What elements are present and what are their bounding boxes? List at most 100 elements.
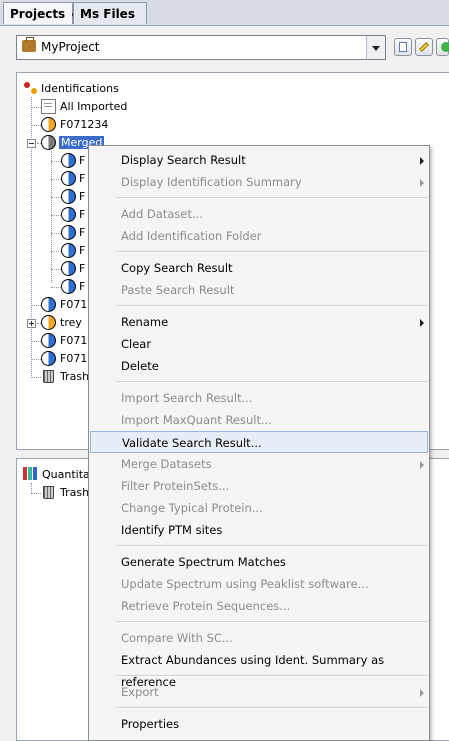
menu-item-label: Display Identification Summary <box>121 175 302 189</box>
tree-item-child[interactable]: F <box>61 224 85 241</box>
chevron-down-icon[interactable] <box>366 36 385 59</box>
edit-icon <box>419 42 429 52</box>
search-result-icon <box>61 153 76 168</box>
menu-separator <box>117 545 427 547</box>
menu-separator <box>117 305 427 307</box>
menu-item-label: Identify PTM sites <box>121 523 223 537</box>
tab-ms-files-label: Ms Files <box>80 7 135 21</box>
menu-item-label: Import Search Result... <box>121 391 253 405</box>
menu-item-paste-search-result[interactable]: Paste Search Result <box>90 279 428 301</box>
menu-item-display-search-result[interactable]: Display Search Result <box>90 149 428 171</box>
search-result-icon <box>41 351 56 366</box>
submenu-arrow-icon <box>420 157 424 165</box>
tree-item-child[interactable]: F <box>61 206 85 223</box>
menu-item-retrieve-protein-sequences[interactable]: Retrieve Protein Sequences... <box>90 595 428 617</box>
tree-item-child[interactable]: F <box>61 278 85 295</box>
menu-item-label: Merge Datasets <box>121 457 212 471</box>
tree-root-label: Quantitat <box>42 468 95 481</box>
menu-item-add-dataset[interactable]: Add Dataset... <box>90 203 428 225</box>
project-select[interactable]: MyProject <box>16 35 386 60</box>
menu-item-change-typical-protein[interactable]: Change Typical Protein... <box>90 497 428 519</box>
tree-item-label: F <box>79 190 86 203</box>
menu-separator <box>117 675 427 677</box>
menu-separator <box>117 621 427 623</box>
search-result-icon <box>41 297 56 312</box>
menu-item-extract-abundances[interactable]: Extract Abundances using Ident. Summary … <box>90 649 428 689</box>
menu-separator <box>117 381 427 383</box>
search-result-icon <box>61 243 76 258</box>
search-result-icon <box>61 189 76 204</box>
expand-toggle[interactable] <box>27 319 36 328</box>
search-result-icon <box>61 279 76 294</box>
menu-item-properties[interactable]: Properties <box>90 713 428 735</box>
menu-item-label: Copy Search Result <box>121 261 233 275</box>
menu-item-clear[interactable]: Clear <box>90 333 428 355</box>
menu-item-update-spectrum[interactable]: Update Spectrum using Peaklist software.… <box>90 573 428 595</box>
menu-item-rename[interactable]: Rename <box>90 311 428 333</box>
submenu-arrow-icon <box>420 319 424 327</box>
tab-projects-label: Projects <box>10 7 66 21</box>
tree-item-f0712[interactable]: F0712 <box>41 332 94 349</box>
menu-item-label: Export <box>121 685 159 699</box>
menu-item-add-identification-folder[interactable]: Add Identification Folder <box>90 225 428 247</box>
menu-item-label: Clear <box>121 337 152 351</box>
menu-item-label: Update Spectrum using Peaklist software.… <box>121 577 369 591</box>
search-result-icon <box>41 117 56 132</box>
menu-item-export[interactable]: Export <box>90 681 428 703</box>
tree-item-f0712[interactable]: F0712 <box>41 350 94 367</box>
tree-item-trey[interactable]: trey <box>41 314 82 331</box>
menu-separator <box>117 197 427 199</box>
new-icon <box>399 42 407 52</box>
menu-item-label: Properties <box>121 717 180 731</box>
menu-item-delete[interactable]: Delete <box>90 355 428 377</box>
quantitation-icon <box>23 467 37 480</box>
tree-item-child[interactable]: F <box>61 170 85 187</box>
menu-item-validate-search-result[interactable]: Validate Search Result... <box>90 431 428 453</box>
tab-projects[interactable]: Projects⊗ <box>3 2 80 24</box>
tree-item-f071234[interactable]: F071234 <box>41 116 108 133</box>
briefcase-icon <box>22 37 36 52</box>
menu-item-generate-spectrum-matches[interactable]: Generate Spectrum Matches <box>90 551 428 573</box>
tree-item-label: F <box>79 208 86 221</box>
tree-item-child[interactable]: F <box>61 152 85 169</box>
menu-item-compare-with-sc[interactable]: Compare With SC... <box>90 627 428 649</box>
tree-item-child[interactable]: F <box>61 260 85 277</box>
menu-separator <box>117 251 427 253</box>
search-result-icon <box>61 225 76 240</box>
tree-item-child[interactable]: F <box>61 242 85 259</box>
tree-item-label: F071234 <box>60 118 109 131</box>
submenu-arrow-icon <box>420 689 424 697</box>
project-select-value: MyProject <box>41 40 100 54</box>
tree-item-label: All Imported <box>60 100 128 113</box>
menu-item-copy-search-result[interactable]: Copy Search Result <box>90 257 428 279</box>
tree-item-f0712[interactable]: F0712 <box>41 296 94 313</box>
menu-item-import-search-result[interactable]: Import Search Result... <box>90 387 428 409</box>
tree-item-trash[interactable]: Trash <box>41 368 89 385</box>
tree-item-trash[interactable]: Trash <box>41 484 89 501</box>
menu-item-label: Change Typical Protein... <box>121 501 263 515</box>
new-project-button[interactable] <box>394 38 412 56</box>
menu-item-label: Rename <box>121 315 169 329</box>
menu-item-filter-proteinsets[interactable]: Filter ProteinSets... <box>90 475 428 497</box>
search-result-icon <box>61 207 76 222</box>
edit-project-button[interactable] <box>415 38 433 56</box>
context-menu: Display Search Result Display Identifica… <box>88 145 430 741</box>
tree-item-child[interactable]: F <box>61 188 85 205</box>
menu-item-label: Paste Search Result <box>121 283 235 297</box>
tab-ms-files[interactable]: Ms Files <box>73 2 147 24</box>
tree-item-all-imported[interactable]: All Imported <box>41 98 127 115</box>
tree-root-quantitation[interactable]: Quantitat <box>23 466 94 483</box>
add-button[interactable] <box>436 38 449 56</box>
menu-item-display-identification-summary[interactable]: Display Identification Summary <box>90 171 428 193</box>
menu-item-import-maxquant-result[interactable]: Import MaxQuant Result... <box>90 409 428 431</box>
menu-item-merge-datasets[interactable]: Merge Datasets <box>90 453 428 475</box>
tree-item-label: trey <box>60 316 82 329</box>
menu-item-label: Add Identification Folder <box>121 229 262 243</box>
tab-bar: Projects⊗ Ms Files <box>0 0 449 26</box>
tree-item-label: Trash <box>60 486 90 499</box>
identifications-icon <box>23 81 38 96</box>
tree-root-identifications[interactable]: Identifications <box>23 80 119 97</box>
menu-item-label: Retrieve Protein Sequences... <box>121 599 291 613</box>
collapse-toggle[interactable] <box>27 139 36 148</box>
menu-item-identify-ptm-sites[interactable]: Identify PTM sites <box>90 519 428 541</box>
